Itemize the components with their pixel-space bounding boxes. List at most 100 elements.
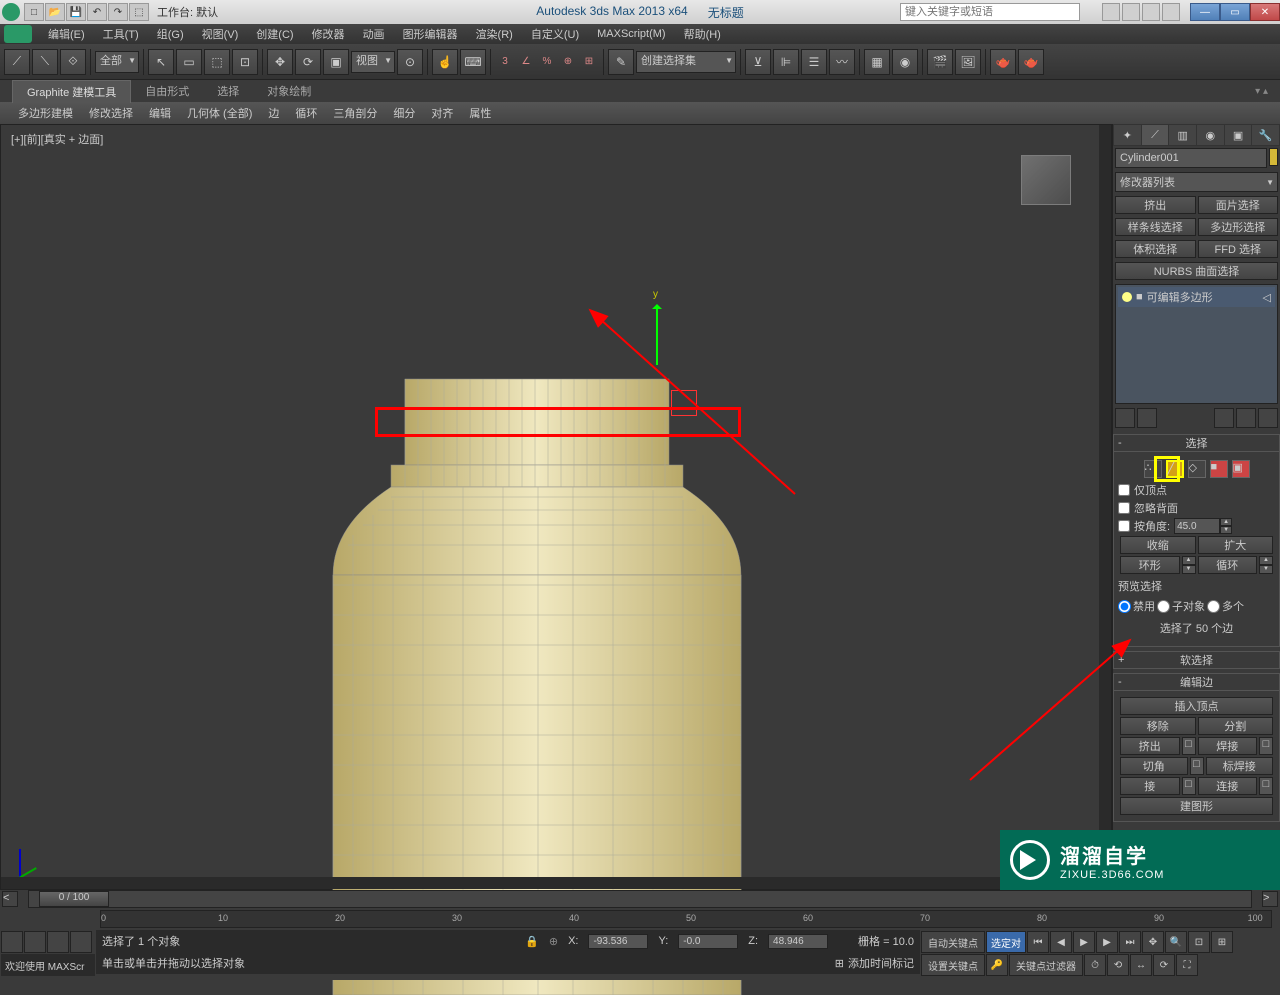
sub-triangulate[interactable]: 三角剖分 (325, 103, 385, 123)
select-icon[interactable]: ↖ (148, 49, 174, 75)
chamfer-settings-icon[interactable]: □ (1190, 757, 1204, 775)
loop-up-icon[interactable]: ▲ (1259, 556, 1273, 565)
help-icon[interactable] (1162, 3, 1180, 21)
btn-vol-sel[interactable]: 体积选择 (1115, 240, 1196, 258)
btn-weld-edge[interactable]: 焊接 (1198, 737, 1258, 755)
menu-tools[interactable]: 工具(T) (95, 26, 147, 42)
cloud-icon[interactable] (1102, 3, 1120, 21)
btn-shrink[interactable]: 收缩 (1120, 536, 1196, 554)
select-region-icon[interactable]: ⬚ (204, 49, 230, 75)
timeline-left-icon[interactable]: < (2, 891, 18, 907)
nav-orbit-icon[interactable]: ⟲ (1107, 954, 1129, 976)
btn-insert-vertex[interactable]: 插入顶点 (1120, 697, 1273, 715)
bind-icon[interactable]: ⟐ (60, 49, 86, 75)
tab-hierarchy-icon[interactable]: ▥ (1169, 125, 1196, 145)
render-frame-icon[interactable]: 🖼 (955, 49, 981, 75)
btn-connect[interactable]: 连接 (1198, 777, 1258, 795)
reference-coord-dropdown[interactable]: 视图 (351, 51, 395, 73)
tab-selection[interactable]: 选择 (203, 80, 253, 102)
new-icon[interactable]: □ (24, 3, 44, 21)
btn-remove-edge[interactable]: 移除 (1120, 717, 1196, 735)
sub-poly-model[interactable]: 多边形建模 (10, 103, 81, 123)
add-time-tag[interactable]: 添加时间标记 (848, 955, 914, 971)
pivot-icon[interactable]: ⊙ (397, 49, 423, 75)
menu-modifiers[interactable]: 修改器 (304, 26, 353, 42)
sub-subdivide[interactable]: 细分 (385, 103, 423, 123)
spin-down-icon[interactable]: ▼ (1220, 526, 1232, 534)
next-frame-icon[interactable]: ▶ (1096, 931, 1118, 953)
edge-snap-icon[interactable]: ⊞ (579, 52, 599, 72)
loop-down-icon[interactable]: ▼ (1259, 565, 1273, 574)
rollout-head-edit-edge[interactable]: -编辑边 (1113, 673, 1280, 691)
modifier-list-dropdown[interactable]: 修改器列表 (1115, 172, 1278, 192)
maxscript-mini-icon[interactable] (1, 931, 23, 953)
btn-spline-sel[interactable]: 样条线选择 (1115, 218, 1196, 236)
make-unique-icon[interactable] (1214, 408, 1234, 428)
tab-utilities-icon[interactable]: 🔧 (1252, 125, 1279, 145)
subobj-border-icon[interactable]: ◇ (1188, 460, 1206, 478)
snap-3-icon[interactable]: 3 (495, 52, 515, 72)
workbench-label[interactable]: 工作台: 默认 (157, 4, 218, 20)
btn-ring[interactable]: 环形 (1120, 556, 1180, 574)
rotate-icon[interactable]: ⟳ (295, 49, 321, 75)
nav-dolly-icon[interactable]: ↔ (1130, 954, 1152, 976)
coord-mode-icon[interactable]: ⊕ (549, 935, 558, 948)
tab-motion-icon[interactable]: ◉ (1197, 125, 1224, 145)
named-sel-edit-icon[interactable]: ✎ (608, 49, 634, 75)
time-slider[interactable]: 0 / 100 (28, 890, 1252, 908)
sub-align[interactable]: 对齐 (423, 103, 461, 123)
pin-stack-icon[interactable] (1115, 408, 1135, 428)
align-icon[interactable]: ⊫ (773, 49, 799, 75)
rollout-head-soft[interactable]: +软选择 (1113, 651, 1280, 669)
listener-icon[interactable] (24, 931, 46, 953)
btn-extrude-edge[interactable]: 挤出 (1120, 737, 1180, 755)
time-slider-thumb[interactable]: 0 / 100 (39, 891, 109, 907)
subobj-element-icon[interactable]: ▣ (1232, 460, 1250, 478)
iso-icon[interactable] (70, 931, 92, 953)
subobj-poly-icon[interactable]: ■ (1210, 460, 1228, 478)
render-setup-icon[interactable]: 🎬 (927, 49, 953, 75)
sub-edge[interactable]: 边 (260, 103, 287, 123)
chk-by-angle[interactable] (1118, 520, 1130, 532)
chk-ignore-backface[interactable] (1118, 502, 1130, 514)
goto-end-icon[interactable]: ⏭ (1119, 931, 1141, 953)
rollout-head-selection[interactable]: -选择 (1113, 434, 1280, 452)
prev-frame-icon[interactable]: ◀ (1050, 931, 1072, 953)
btn-patch-sel[interactable]: 面片选择 (1198, 196, 1279, 214)
chk-vertex-only[interactable] (1118, 484, 1130, 496)
transform-gizmo[interactable] (656, 305, 658, 365)
unlink-icon[interactable]: ⟍ (32, 49, 58, 75)
ring-down-icon[interactable]: ▼ (1182, 565, 1196, 574)
btn-poly-sel[interactable]: 多边形选择 (1198, 218, 1279, 236)
viewport-scrollbar-v[interactable] (1099, 125, 1111, 889)
radio-multi[interactable] (1207, 600, 1220, 613)
configure-sets-icon[interactable] (1258, 408, 1278, 428)
manipulate-icon[interactable]: ☝ (432, 49, 458, 75)
object-color-swatch[interactable] (1269, 148, 1278, 166)
sub-geom-all[interactable]: 几何体 (全部) (179, 103, 260, 123)
material-editor-icon[interactable]: ◉ (892, 49, 918, 75)
tab-modify-icon[interactable]: ⟋ (1142, 125, 1169, 145)
render-iterative-icon[interactable]: 🫖 (1018, 49, 1044, 75)
radio-subobj[interactable] (1157, 600, 1170, 613)
ribbon-caret-icon[interactable]: ▾ ▴ (1255, 86, 1268, 97)
auto-key-button[interactable]: 自动关键点 (921, 931, 985, 953)
menu-graph-editor[interactable]: 图形编辑器 (395, 26, 466, 42)
select-by-name-icon[interactable]: ▭ (176, 49, 202, 75)
application-menu-button[interactable] (4, 25, 32, 43)
time-tag-icon[interactable]: ⊞ (835, 957, 844, 970)
window-crossing-icon[interactable]: ⊡ (232, 49, 258, 75)
btn-loop[interactable]: 循环 (1198, 556, 1258, 574)
lock-icon[interactable] (47, 931, 69, 953)
nav-max-icon[interactable]: ⛶ (1176, 954, 1198, 976)
btn-chamfer[interactable]: 切角 (1120, 757, 1188, 775)
undo-icon[interactable]: ↶ (87, 3, 107, 21)
btn-extrude[interactable]: 挤出 (1115, 196, 1196, 214)
render-prod-icon[interactable]: 🫖 (990, 49, 1016, 75)
close-button[interactable]: ✕ (1250, 3, 1280, 21)
named-selection-dropdown[interactable]: 创建选择集 (636, 51, 736, 73)
scale-icon[interactable]: ▣ (323, 49, 349, 75)
timeline-right-icon[interactable]: > (1262, 891, 1278, 907)
tab-freeform[interactable]: 自由形式 (131, 80, 203, 102)
tab-object-paint[interactable]: 对象绘制 (253, 80, 325, 102)
